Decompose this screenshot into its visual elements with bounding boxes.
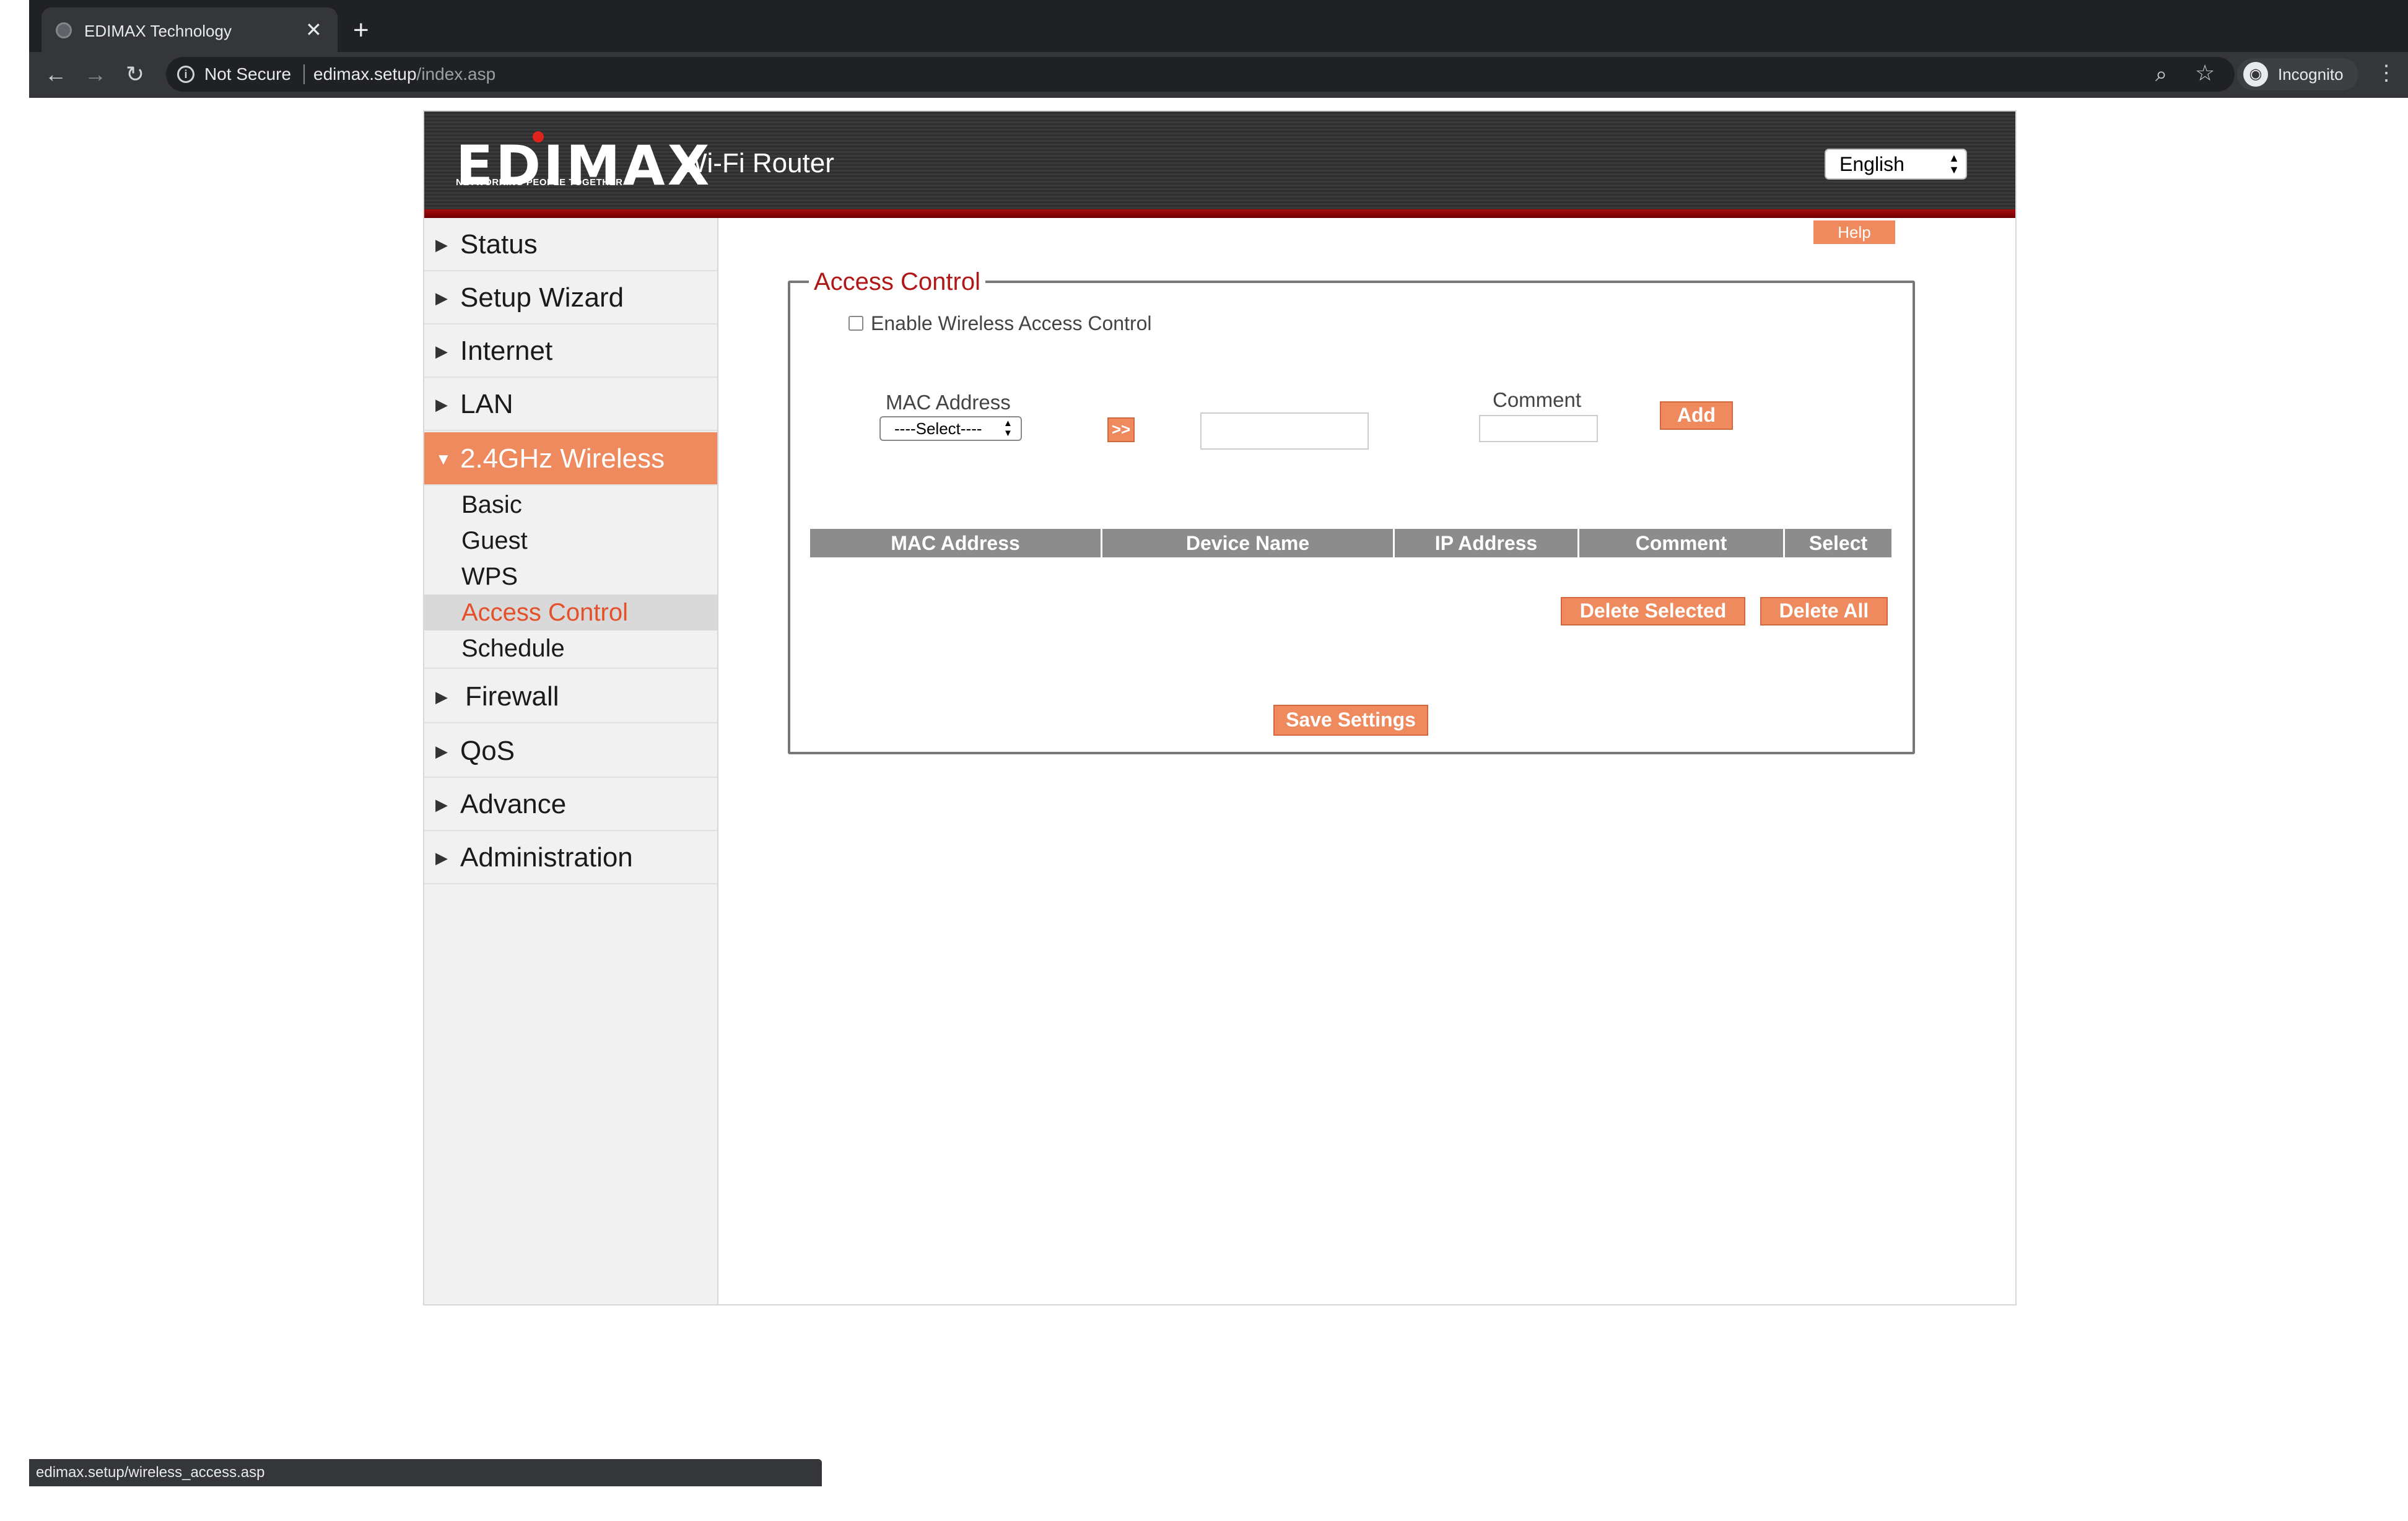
save-settings-button[interactable]: Save Settings <box>1273 705 1428 736</box>
sidebar-item-label: 2.4GHz Wireless <box>460 443 665 474</box>
section-title: Access Control <box>809 266 985 297</box>
enable-access-control-checkbox[interactable] <box>848 316 863 331</box>
access-control-panel <box>788 281 1915 754</box>
zoom-icon[interactable]: ⌕ <box>2155 61 2167 88</box>
header-red-stripe <box>424 209 2015 218</box>
enable-access-control-label[interactable]: Enable Wireless Access Control <box>871 311 1152 336</box>
sidebar-subitem-wps[interactable]: WPS <box>424 559 717 595</box>
tab-strip <box>29 0 2408 52</box>
globe-icon <box>56 22 72 38</box>
logo-tagline: NETWORKING PEOPLE TOGETHER <box>456 177 623 188</box>
triangle-right-icon: ▶ <box>435 848 448 867</box>
language-value: English <box>1839 153 1904 175</box>
sidebar-item-setup-wizard[interactable]: ▶ Setup Wizard <box>424 271 717 325</box>
sidebar-item-label: QoS <box>460 736 515 766</box>
sidebar-item-label: Setup Wizard <box>460 282 624 313</box>
sidebar-item-label: Status <box>460 229 538 259</box>
sidebar-subitem-label: Basic <box>461 491 522 518</box>
triangle-right-icon: ▶ <box>435 289 448 307</box>
column-header-comment: Comment <box>1579 529 1785 557</box>
delete-selected-button[interactable]: Delete Selected <box>1561 597 1745 625</box>
triangle-right-icon: ▶ <box>435 742 448 760</box>
sidebar-item-advance[interactable]: ▶ Advance <box>424 778 717 831</box>
status-url: edimax.setup/wireless_access.asp <box>36 1464 265 1481</box>
column-header-ip-address: IP Address <box>1395 529 1579 557</box>
sidebar-item-lan[interactable]: ▶ LAN <box>424 378 717 431</box>
triangle-right-icon: ▶ <box>435 342 448 360</box>
triangle-right-icon: ▶ <box>435 795 448 814</box>
logo-red-dot <box>533 131 544 142</box>
column-header-device-name: Device Name <box>1102 529 1395 557</box>
bookmark-star-icon[interactable]: ☆ <box>2195 59 2215 87</box>
triangle-right-icon: ▶ <box>435 395 448 414</box>
access-list-table-header: MAC Address Device Name IP Address Comme… <box>810 529 1891 557</box>
reload-icon[interactable]: ↻ <box>121 61 149 88</box>
sidebar-item-label: Administration <box>460 842 633 873</box>
comment-input[interactable] <box>1479 415 1598 442</box>
triangle-right-icon: ▶ <box>435 687 448 706</box>
column-header-mac-address: MAC Address <box>810 529 1102 557</box>
help-button[interactable]: Help <box>1813 220 1895 244</box>
sidebar-subitem-label: Guest <box>461 527 528 554</box>
sidebar-subitem-label: Access Control <box>461 599 628 626</box>
sidebar-item-label: Advance <box>460 789 567 819</box>
url-path: /index.asp <box>416 64 496 84</box>
profile-label: Incognito <box>2278 65 2344 84</box>
copy-mac-button[interactable]: >> <box>1107 417 1135 442</box>
tab-title: EDIMAX Technology <box>84 22 232 40</box>
sidebar-subitem-guest[interactable]: Guest <box>424 523 717 559</box>
select-arrows-icon: ▲ ▼ <box>1003 418 1013 438</box>
divider <box>303 64 305 84</box>
new-tab-button[interactable]: + <box>353 14 369 47</box>
security-indicator[interactable]: Not Secure <box>204 62 291 87</box>
mac-address-select-value: ----Select---- <box>894 419 982 438</box>
close-icon[interactable]: ✕ <box>305 17 322 42</box>
back-arrow-icon[interactable]: ← <box>42 61 69 88</box>
url-host: edimax.setup <box>313 64 417 84</box>
sidebar-item-status[interactable]: ▶ Status <box>424 218 717 271</box>
sidebar-item-firewall[interactable]: ▶ Firewall <box>424 670 717 723</box>
sidebar-subitem-label: Schedule <box>461 635 565 662</box>
comment-label: Comment <box>1493 388 1582 411</box>
forward-arrow-icon[interactable]: → <box>82 61 109 88</box>
sidebar-item-internet[interactable]: ▶ Internet <box>424 325 717 378</box>
sidebar-item-label: LAN <box>460 389 513 419</box>
incognito-icon: ◉ <box>2243 62 2268 87</box>
delete-all-button[interactable]: Delete All <box>1760 597 1888 625</box>
mac-address-label: MAC Address <box>886 391 1011 414</box>
add-button[interactable]: Add <box>1660 401 1733 430</box>
triangle-right-icon: ▶ <box>435 235 448 254</box>
info-icon[interactable]: i <box>177 66 194 83</box>
sidebar-subitem-access-control[interactable]: Access Control <box>424 595 717 630</box>
sidebar-subitem-schedule[interactable]: Schedule <box>424 630 717 669</box>
column-header-select: Select <box>1785 529 1891 557</box>
sidebar-subitem-label: WPS <box>461 563 518 590</box>
kebab-menu-icon[interactable]: ⋮ <box>2376 59 2397 87</box>
sidebar-item-qos[interactable]: ▶ QoS <box>424 725 717 778</box>
sidebar-item-wireless[interactable]: ▼ 2.4GHz Wireless <box>424 432 717 486</box>
sidebar-item-administration[interactable]: ▶ Administration <box>424 831 717 884</box>
mac-address-input[interactable] <box>1200 412 1369 450</box>
sidebar-subitem-basic[interactable]: Basic <box>424 487 717 523</box>
triangle-down-icon: ▼ <box>435 450 452 468</box>
select-arrows-icon: ▲ ▼ <box>1948 152 1960 176</box>
product-title: Wi-Fi Router <box>681 148 834 178</box>
sidebar-item-label: Firewall <box>465 681 559 712</box>
sidebar-item-label: Internet <box>460 336 553 366</box>
url-text[interactable]: edimax.setup/index.asp <box>313 62 495 87</box>
